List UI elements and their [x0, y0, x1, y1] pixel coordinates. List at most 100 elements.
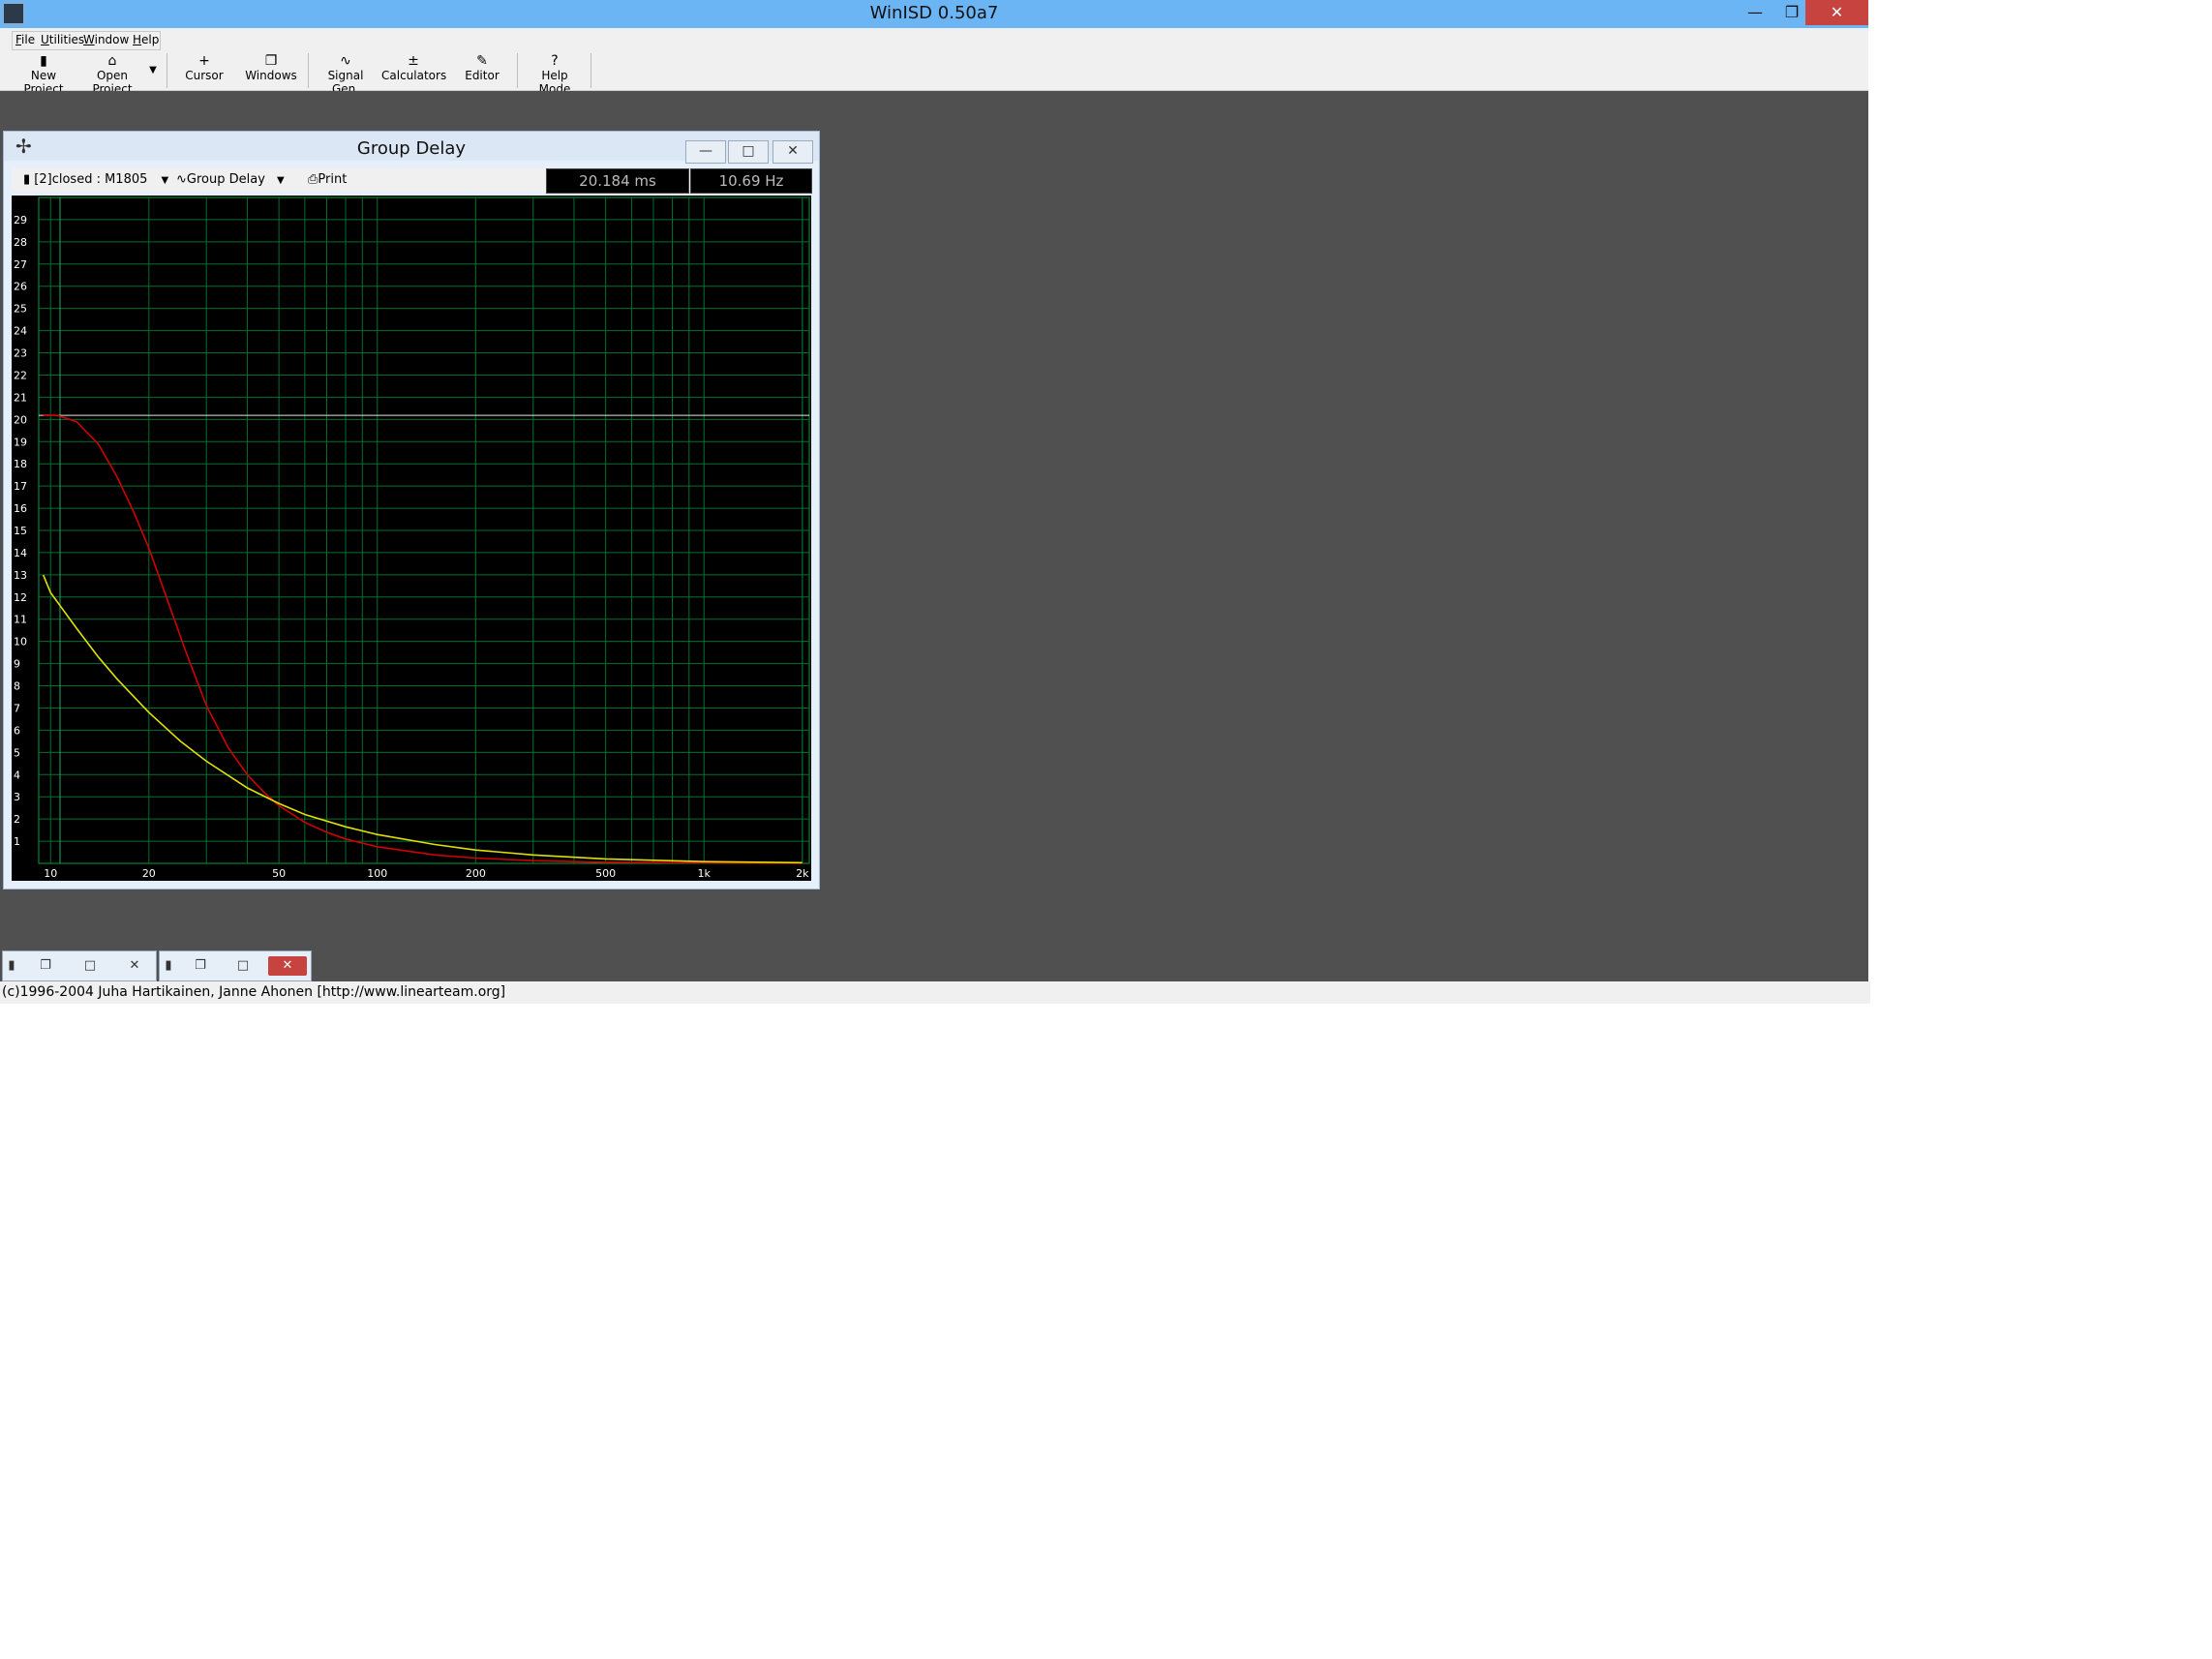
minimized-window-2[interactable]: ▮ ❐ □ ✕	[159, 950, 312, 981]
y-tick-label: 10	[14, 636, 27, 649]
application-window: WinISD 0.50a7 — ❐ ✕ File Utilities Windo…	[0, 0, 1870, 1004]
x-tick-label: 100	[367, 867, 387, 880]
y-tick-label: 28	[14, 236, 27, 249]
cursor-value-readout: 20.184 ms	[546, 168, 689, 194]
title-bar: WinISD 0.50a7 — ❐ ✕	[0, 0, 1868, 28]
graph-type-value: Group Delay	[186, 172, 265, 187]
y-tick-label: 12	[14, 591, 27, 604]
main-toolbar: ▮ New Project ⌂ Open Project ▼ + Cursor …	[0, 51, 1868, 96]
editor-button[interactable]: ✎ Editor	[459, 53, 505, 88]
menu-help[interactable]: Help	[133, 33, 159, 46]
open-folder-icon: ⌂	[107, 53, 117, 69]
windows-button[interactable]: ❐ Windows	[244, 53, 298, 88]
graph-toolbar: ▮ [2]closed : M1805 ▼ ∿Group Delay ▼ ⎙Pr…	[12, 168, 812, 194]
toolbar-separator	[517, 53, 518, 88]
menu-file-label: ile	[21, 33, 36, 46]
y-tick-label: 27	[14, 258, 27, 271]
group-delay-chart[interactable]: 1234567891011121314151617181920212223242…	[12, 196, 811, 881]
group-delay-titlebar[interactable]: ✢ Group Delay — □ ✕	[4, 132, 819, 164]
printer-icon: ⎙	[308, 172, 318, 187]
project-select[interactable]: ▮ [2]closed : M1805 ▼	[23, 172, 168, 187]
menu-file[interactable]: File	[15, 33, 35, 46]
menu-utilities[interactable]: Utilities	[41, 33, 84, 46]
y-tick-label: 15	[14, 525, 27, 537]
y-tick-label: 4	[14, 769, 20, 781]
menu-help-mnemonic: H	[133, 33, 142, 46]
chevron-down-icon: ▼	[161, 175, 169, 186]
y-tick-label: 7	[14, 702, 20, 714]
x-tick-label: 1k	[698, 867, 712, 880]
group-delay-plot[interactable]: 1 2 3 4 5 6 7 8 9 10 11 12 13 14 15 16 17 18 19 20 21 22 23 24 2…	[12, 196, 811, 881]
menu-utilities-label: tilities	[48, 33, 85, 46]
minimized-windows-bar: ▮ ❐ □ ✕ ▮ ❐ □ ✕	[0, 950, 319, 981]
minimized-window-1[interactable]: ▮ ❐ □ ✕	[2, 950, 157, 981]
restore-icon[interactable]: ❐	[32, 956, 59, 976]
y-tick-label: 13	[14, 569, 27, 582]
cursor-icon: +	[198, 53, 210, 69]
y-tick-label: 20	[14, 413, 27, 426]
windows-icon: ❐	[264, 53, 278, 69]
maximize-icon[interactable]: □	[229, 956, 257, 976]
y-tick-label: 24	[14, 325, 27, 338]
open-project-button[interactable]: ⌂ Open Project	[79, 53, 145, 96]
x-tick-label: 500	[595, 867, 616, 880]
y-tick-label: 19	[14, 436, 27, 448]
print-label: Print	[318, 172, 348, 187]
project-select-value: [2]closed : M1805	[34, 172, 148, 187]
windows-label: Windows	[245, 69, 297, 82]
app-title: WinISD 0.50a7	[869, 3, 999, 23]
graph-close-button[interactable]: ✕	[773, 140, 813, 164]
y-tick-label: 8	[14, 680, 20, 693]
y-tick-label: 5	[14, 746, 20, 759]
y-tick-label: 25	[14, 303, 27, 316]
y-tick-label: 6	[14, 724, 20, 737]
menu-utilities-mnemonic: U	[41, 33, 49, 46]
sine-wave-icon: ∿	[340, 53, 351, 69]
toolbar-separator	[308, 53, 309, 88]
close-icon[interactable]: ✕	[268, 956, 307, 976]
restore-icon[interactable]: ❐	[187, 956, 214, 976]
y-tick-label: 18	[14, 458, 27, 470]
window-icon: ▮	[8, 958, 15, 973]
y-tick-label: 11	[14, 614, 27, 626]
y-tick-label: 2	[14, 813, 20, 826]
signal-gen-button[interactable]: ∿ Signal Gen.	[316, 53, 376, 96]
x-tick-label: 2k	[796, 867, 809, 880]
x-tick-label: 10	[44, 867, 57, 880]
open-project-dropdown[interactable]: ▼	[145, 53, 161, 88]
calculator-icon: ±	[408, 53, 419, 69]
graph-minimize-button[interactable]: —	[685, 140, 726, 164]
editor-label: Editor	[465, 69, 500, 82]
y-tick-label: 21	[14, 391, 27, 404]
menu-window-mnemonic: W	[83, 33, 95, 46]
calculators-label: Calculators	[381, 69, 447, 82]
x-tick-label: 20	[142, 867, 156, 880]
menu-window[interactable]: Window	[83, 33, 129, 46]
y-tick-label: 26	[14, 281, 27, 293]
menu-window-label: indow	[94, 33, 130, 46]
y-tick-label: 29	[14, 214, 27, 226]
print-button[interactable]: ⎙Print	[308, 172, 347, 187]
cursor-button[interactable]: + Cursor	[180, 53, 228, 88]
y-tick-label: 22	[14, 369, 27, 381]
y-tick-label: 23	[14, 347, 27, 360]
y-tick-label: 16	[14, 502, 27, 515]
close-button[interactable]: ✕	[1805, 0, 1868, 25]
status-bar: (c)1996-2004 Juha Hartikainen, Janne Aho…	[0, 981, 1870, 1004]
y-tick-label: 1	[14, 835, 20, 848]
close-icon[interactable]: ✕	[121, 956, 148, 976]
sine-wave-icon: ∿	[176, 172, 187, 187]
y-tick-label: 17	[14, 480, 27, 493]
editor-icon: ✎	[476, 53, 488, 69]
graph-type-select[interactable]: ∿Group Delay ▼	[176, 172, 285, 187]
new-project-icon: ▮	[40, 53, 47, 69]
calculators-button[interactable]: ± Calculators	[381, 53, 447, 88]
menu-bar: File Utilities Window Help	[0, 28, 1868, 51]
group-delay-window: ✢ Group Delay — □ ✕ ▮ [2]closed : M1805 …	[3, 131, 820, 890]
new-project-button[interactable]: ▮ New Project	[14, 53, 74, 96]
window-icon: ▮	[165, 958, 172, 973]
maximize-icon[interactable]: □	[76, 956, 104, 976]
help-mode-button[interactable]: ? Help Mode	[525, 53, 585, 96]
graph-maximize-button[interactable]: □	[728, 140, 769, 164]
menu-help-label: elp	[141, 33, 160, 46]
